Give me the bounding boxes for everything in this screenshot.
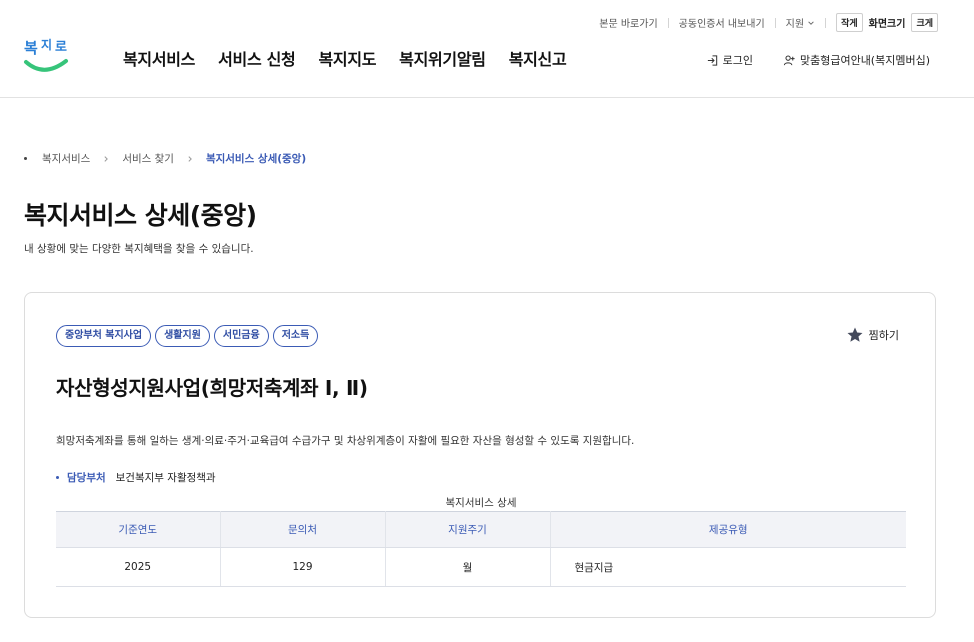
- table-cell-contact: 129: [220, 547, 386, 587]
- login-icon: [707, 54, 717, 66]
- divider: [774, 17, 776, 28]
- cert-export-link[interactable]: 공동인증서 내보내기: [679, 15, 765, 30]
- nav-welfare-report[interactable]: 복지신고: [509, 46, 567, 70]
- tag-microfinance[interactable]: 서민금융: [213, 325, 269, 347]
- bookmark-label: 찜하기: [868, 329, 899, 342]
- table-cell-cycle: 월: [385, 547, 551, 587]
- membership-label: 맞춤형급여안내(복지멤버십): [799, 54, 930, 67]
- table-row: 2025 129 월 현금지급: [56, 547, 906, 587]
- font-size-label: 화면크기: [868, 19, 906, 30]
- bookmark-button[interactable]: 찜하기: [846, 326, 899, 344]
- department-info: 담당부처 보건복지부 자활정책과: [56, 470, 216, 485]
- header-actions: 로그인 맞춤형급여안내(복지멤버십): [706, 52, 930, 68]
- breadcrumb-item[interactable]: 서비스 찾기: [122, 151, 174, 166]
- page-title: 복지서비스 상세(중앙): [24, 201, 257, 230]
- font-large-button[interactable]: 크게: [911, 13, 938, 32]
- table-caption: 복지서비스 상세: [445, 497, 517, 509]
- login-button[interactable]: 로그인: [706, 52, 753, 68]
- nav-crisis-alert[interactable]: 복지위기알림: [399, 46, 486, 70]
- tag-low-income[interactable]: 저소득: [272, 325, 319, 347]
- utility-bar: 본문 바로가기 공동인증서 내보내기 지원 작게 화면크기 크게: [599, 13, 938, 32]
- chevron-down-icon: [808, 20, 814, 25]
- home-dot-icon: [24, 157, 27, 160]
- divider: [825, 17, 827, 28]
- main-navigation: 복지서비스 서비스 신청 복지지도 복지위기알림 복지신고: [123, 46, 589, 70]
- column-header: 기준연도: [56, 511, 221, 548]
- service-detail-table: 기준연도 문의처 지원주기 제공유형 2025 129 월 현금지급: [56, 511, 906, 587]
- nav-service-apply[interactable]: 서비스 신청: [218, 46, 296, 70]
- svg-text:지: 지: [41, 37, 52, 52]
- table-cell-type: 현금지급: [550, 547, 906, 587]
- department-value: 보건복지부 자활정책과: [115, 472, 216, 484]
- logo-image: 복 지 로: [24, 37, 68, 72]
- membership-link[interactable]: 맞춤형급여안내(복지멤버십): [783, 52, 930, 68]
- region-select[interactable]: 지원: [786, 15, 815, 30]
- chevron-right-icon: [188, 155, 192, 162]
- svg-text:복: 복: [24, 39, 38, 57]
- breadcrumb-current: 복지서비스 상세(중앙): [205, 153, 307, 165]
- tag-living-support[interactable]: 생활지원: [155, 325, 210, 347]
- star-icon: [847, 327, 863, 342]
- table-header-row: 기준연도 문의처 지원주기 제공유형: [56, 511, 906, 548]
- nav-welfare-service[interactable]: 복지서비스: [123, 46, 195, 70]
- region-label: 지원: [785, 19, 805, 30]
- service-title: 자산형성지원사업(희망저축계좌 Ⅰ, Ⅱ): [56, 376, 368, 400]
- site-header: 본문 바로가기 공동인증서 내보내기 지원 작게 화면크기 크게 복 지 로 복…: [0, 0, 974, 98]
- page-description: 내 상황에 맞는 다양한 복지혜택을 찾을 수 있습니다.: [24, 243, 254, 255]
- service-description: 희망저축계좌를 통해 일하는 생계·의료·주거·교육급여 수급가구 및 차상위계…: [56, 435, 635, 447]
- breadcrumb: 복지서비스 서비스 찾기 복지서비스 상세(중앙): [24, 151, 306, 166]
- column-header: 지원주기: [385, 511, 551, 548]
- table-cell-year: 2025: [56, 547, 221, 587]
- column-header: 제공유형: [550, 511, 906, 548]
- column-header: 문의처: [220, 511, 386, 548]
- tag-list: 중앙부처 복지사업 생활지원 서민금융 저소득: [56, 325, 319, 347]
- skip-to-content-link[interactable]: 본문 바로가기: [599, 15, 657, 30]
- department-label: 담당부처: [67, 472, 106, 484]
- nav-welfare-map[interactable]: 복지지도: [318, 46, 376, 70]
- font-small-button[interactable]: 작게: [836, 13, 863, 32]
- divider: [667, 17, 669, 28]
- svg-text:로: 로: [55, 40, 67, 55]
- service-card: 중앙부처 복지사업 생활지원 서민금융 저소득 찜하기 자산형성지원사업(희망저…: [24, 292, 936, 618]
- user-plus-icon: [783, 55, 795, 65]
- chevron-right-icon: [104, 155, 109, 162]
- logo[interactable]: 복 지 로: [22, 36, 70, 76]
- bullet-icon: [56, 476, 59, 479]
- breadcrumb-item[interactable]: 복지서비스: [42, 151, 90, 166]
- login-label: 로그인: [722, 54, 753, 67]
- tag-central-ministry[interactable]: 중앙부처 복지사업: [56, 325, 152, 347]
